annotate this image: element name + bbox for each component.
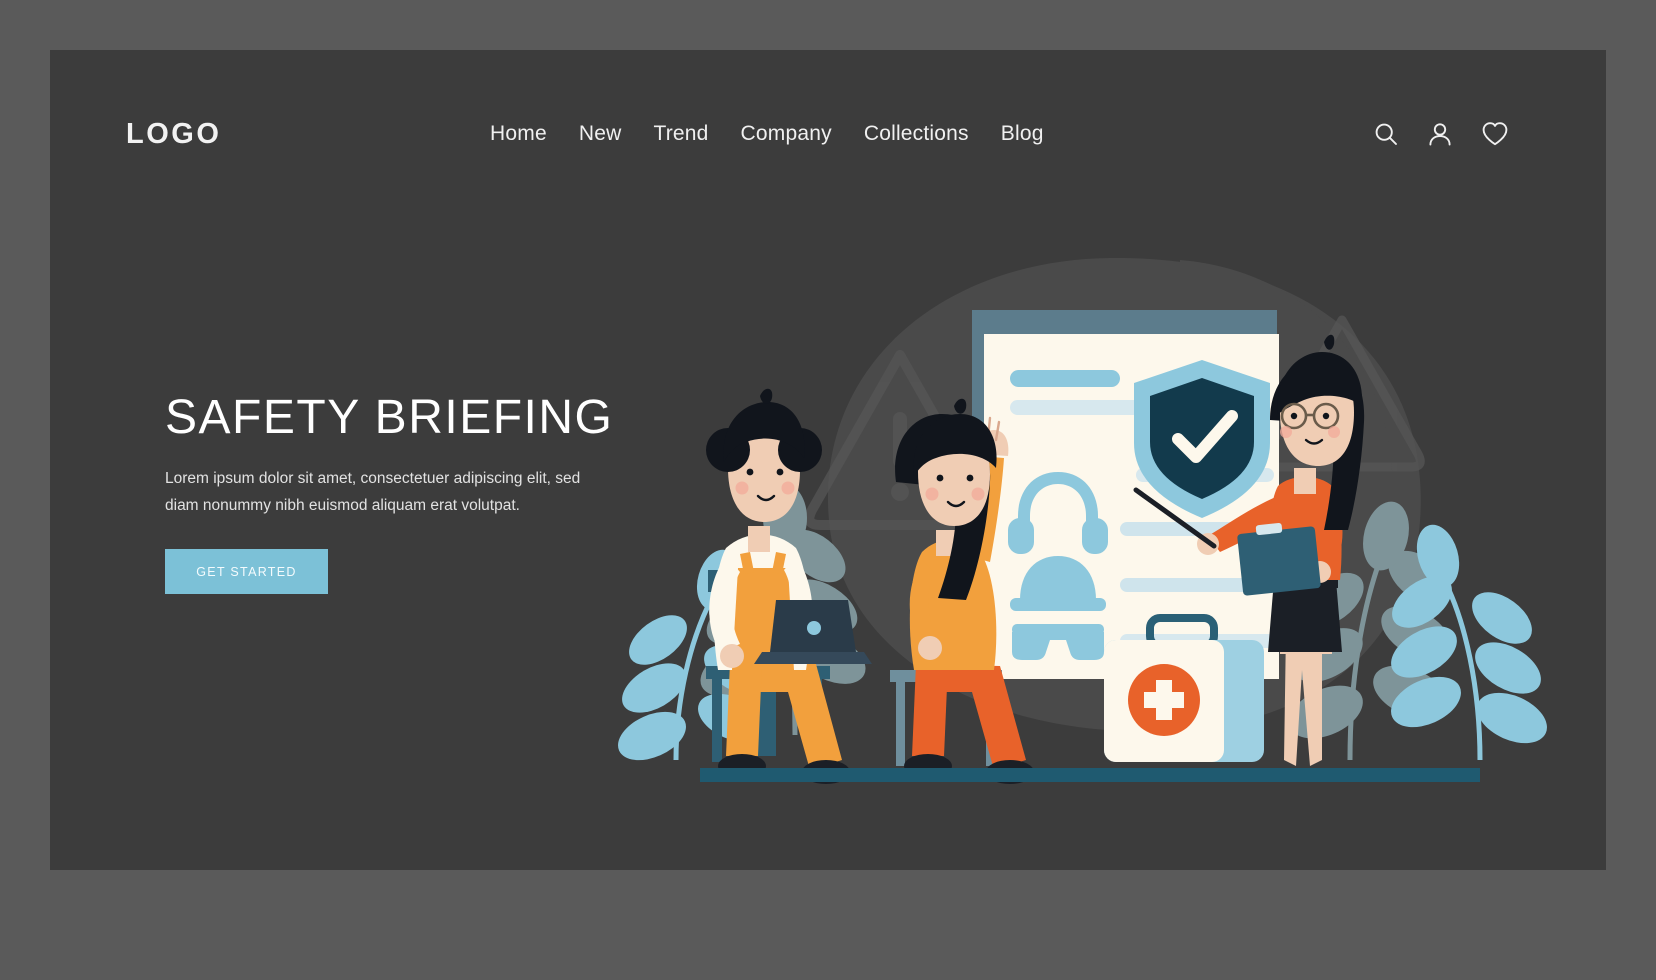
nav-item-home[interactable]: Home <box>490 122 547 146</box>
site-header: LOGO Home New Trend Company Collections … <box>50 50 1606 190</box>
page-title: SAFETY BRIEFING <box>165 391 614 444</box>
safety-poster <box>972 310 1279 679</box>
page-root: LOGO Home New Trend Company Collections … <box>0 0 1656 980</box>
poster-text-bar <box>1010 370 1120 387</box>
nav-item-trend[interactable]: Trend <box>653 122 708 146</box>
get-started-button[interactable]: GET STARTED <box>165 549 328 595</box>
main-navigation: Home New Trend Company Collections Blog <box>490 122 1044 146</box>
floor-line <box>700 768 1480 782</box>
nav-item-company[interactable]: Company <box>741 122 832 146</box>
nav-item-new[interactable]: New <box>579 122 622 146</box>
safety-briefing-illustration <box>580 200 1580 820</box>
search-icon[interactable] <box>1372 120 1400 153</box>
user-icon[interactable] <box>1426 120 1454 153</box>
nav-item-blog[interactable]: Blog <box>1001 122 1044 146</box>
header-icon-group <box>1372 120 1510 153</box>
clipboard <box>1237 522 1321 596</box>
logo[interactable]: LOGO <box>126 118 221 151</box>
hero-description: Lorem ipsum dolor sit amet, consectetuer… <box>165 470 581 515</box>
hero-content: SAFETY BRIEFING Lorem ipsum dolor sit am… <box>165 390 635 595</box>
landing-page-canvas: LOGO Home New Trend Company Collections … <box>50 50 1606 870</box>
heart-icon[interactable] <box>1480 120 1510 153</box>
nav-item-collections[interactable]: Collections <box>864 122 969 146</box>
